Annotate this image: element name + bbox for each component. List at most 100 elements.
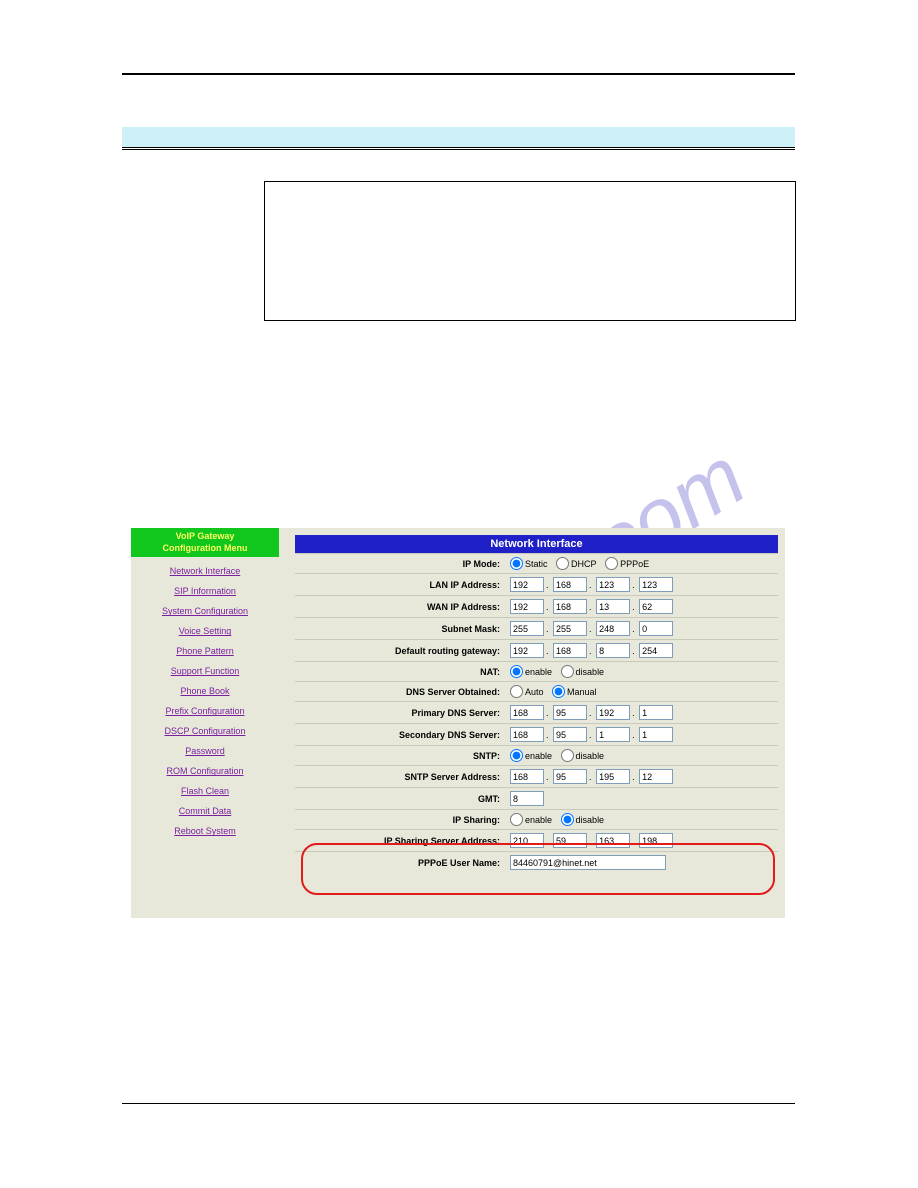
sidebar-item-flash-clean[interactable]: Flash Clean: [131, 781, 279, 801]
sidebar-item-voice-setting[interactable]: Voice Setting: [131, 621, 279, 641]
radio-nat-enable[interactable]: [510, 665, 523, 678]
radio-label-static: Static: [525, 559, 548, 569]
sidebar-item-network-interface[interactable]: Network Interface: [131, 561, 279, 581]
lan-ip-oct-3[interactable]: [596, 577, 630, 592]
dns2-oct-3[interactable]: [596, 727, 630, 742]
radio-ipshare-enable[interactable]: [510, 813, 523, 826]
wan-ip-oct-1[interactable]: [510, 599, 544, 614]
radio-label-dns-auto: Auto: [525, 687, 544, 697]
label-sntp: SNTP:: [295, 746, 505, 766]
dns1-oct-3[interactable]: [596, 705, 630, 720]
wan-ip-oct-2[interactable]: [553, 599, 587, 614]
ipshare-oct-1[interactable]: [510, 833, 544, 848]
dns1-oct-2[interactable]: [553, 705, 587, 720]
ipshare-oct-3[interactable]: [596, 833, 630, 848]
footer-rule: [122, 1103, 795, 1104]
sidebar-item-phone-book[interactable]: Phone Book: [131, 681, 279, 701]
mask-oct-2[interactable]: [553, 621, 587, 636]
row-gateway: Default routing gateway: . . .: [295, 640, 778, 662]
label-dns1: Primary DNS Server:: [295, 702, 505, 724]
label-subnet-mask: Subnet Mask:: [295, 618, 505, 640]
radio-sntp-disable[interactable]: [561, 749, 574, 762]
sntp-oct-1[interactable]: [510, 769, 544, 784]
row-nat: NAT: enable disable: [295, 662, 778, 682]
label-sntp-server: SNTP Server Address:: [295, 766, 505, 788]
radio-ip-mode-dhcp[interactable]: [556, 557, 569, 570]
sidebar-item-password[interactable]: Password: [131, 741, 279, 761]
sntp-oct-4[interactable]: [639, 769, 673, 784]
dns2-oct-2[interactable]: [553, 727, 587, 742]
gateway-oct-1[interactable]: [510, 643, 544, 658]
ipshare-oct-4[interactable]: [639, 833, 673, 848]
radio-dns-manual[interactable]: [552, 685, 565, 698]
sidebar-links: Network Interface SIP Information System…: [131, 557, 279, 841]
mask-oct-4[interactable]: [639, 621, 673, 636]
label-nat: NAT:: [295, 662, 505, 682]
sidebar-item-system-configuration[interactable]: System Configuration: [131, 601, 279, 621]
radio-label-sntp-disable: disable: [576, 751, 605, 761]
radio-label-ipshare-disable: disable: [576, 815, 605, 825]
radio-dns-auto[interactable]: [510, 685, 523, 698]
radio-sntp-enable[interactable]: [510, 749, 523, 762]
row-ip-mode: IP Mode: Static DHCP PPPoE: [295, 554, 778, 574]
row-wan-ip: WAN IP Address: . . .: [295, 596, 778, 618]
row-subnet-mask: Subnet Mask: . . .: [295, 618, 778, 640]
sidebar-item-dscp-configuration[interactable]: DSCP Configuration: [131, 721, 279, 741]
dns1-oct-4[interactable]: [639, 705, 673, 720]
radio-label-dns-manual: Manual: [567, 687, 597, 697]
sidebar-item-prefix-configuration[interactable]: Prefix Configuration: [131, 701, 279, 721]
sidebar-item-sip-information[interactable]: SIP Information: [131, 581, 279, 601]
radio-ip-mode-pppoe[interactable]: [605, 557, 618, 570]
main-panel: Network Interface IP Mode: Static DHCP P…: [295, 535, 778, 873]
radio-ip-mode-static[interactable]: [510, 557, 523, 570]
sidebar-item-rom-configuration[interactable]: ROM Configuration: [131, 761, 279, 781]
lan-ip-oct-4[interactable]: [639, 577, 673, 592]
dns2-oct-4[interactable]: [639, 727, 673, 742]
ipshare-oct-2[interactable]: [553, 833, 587, 848]
sidebar-title-line2: Configuration Menu: [131, 543, 279, 555]
sidebar-item-phone-pattern[interactable]: Phone Pattern: [131, 641, 279, 661]
label-lan-ip: LAN IP Address:: [295, 574, 505, 596]
content-box: [264, 181, 796, 321]
dns1-oct-1[interactable]: [510, 705, 544, 720]
mask-oct-3[interactable]: [596, 621, 630, 636]
gateway-oct-2[interactable]: [553, 643, 587, 658]
row-ip-sharing: IP Sharing: enable disable: [295, 810, 778, 830]
label-dns-obtained: DNS Server Obtained:: [295, 682, 505, 702]
pppoe-user-input[interactable]: [510, 855, 666, 870]
sidebar-title-line1: VoIP Gateway: [131, 531, 279, 543]
header-rule: [122, 73, 795, 75]
wan-ip-oct-3[interactable]: [596, 599, 630, 614]
gateway-oct-4[interactable]: [639, 643, 673, 658]
gmt-input[interactable]: [510, 791, 544, 806]
sntp-oct-3[interactable]: [596, 769, 630, 784]
radio-nat-disable[interactable]: [561, 665, 574, 678]
radio-label-sntp-enable: enable: [525, 751, 552, 761]
config-table: IP Mode: Static DHCP PPPoE LAN IP Addres…: [295, 553, 778, 873]
lan-ip-oct-1[interactable]: [510, 577, 544, 592]
section-double-rule: [122, 147, 795, 150]
wan-ip-oct-4[interactable]: [639, 599, 673, 614]
label-ip-sharing: IP Sharing:: [295, 810, 505, 830]
radio-label-dhcp: DHCP: [571, 559, 597, 569]
sidebar-item-reboot-system[interactable]: Reboot System: [131, 821, 279, 841]
label-wan-ip: WAN IP Address:: [295, 596, 505, 618]
label-gmt: GMT:: [295, 788, 505, 810]
dns2-oct-1[interactable]: [510, 727, 544, 742]
row-dns1: Primary DNS Server: . . .: [295, 702, 778, 724]
gateway-oct-3[interactable]: [596, 643, 630, 658]
radio-label-ipshare-enable: enable: [525, 815, 552, 825]
row-sntp: SNTP: enable disable: [295, 746, 778, 766]
label-dns2: Secondary DNS Server:: [295, 724, 505, 746]
radio-ipshare-disable[interactable]: [561, 813, 574, 826]
row-lan-ip: LAN IP Address: . . .: [295, 574, 778, 596]
sidebar-item-support-function[interactable]: Support Function: [131, 661, 279, 681]
label-pppoe-user: PPPoE User Name:: [295, 852, 505, 874]
sidebar-item-commit-data[interactable]: Commit Data: [131, 801, 279, 821]
sntp-oct-2[interactable]: [553, 769, 587, 784]
radio-label-nat-disable: disable: [576, 667, 605, 677]
lan-ip-oct-2[interactable]: [553, 577, 587, 592]
label-ip-sharing-server: IP Sharing Server Address:: [295, 830, 505, 852]
row-ip-sharing-server: IP Sharing Server Address: . . .: [295, 830, 778, 852]
mask-oct-1[interactable]: [510, 621, 544, 636]
